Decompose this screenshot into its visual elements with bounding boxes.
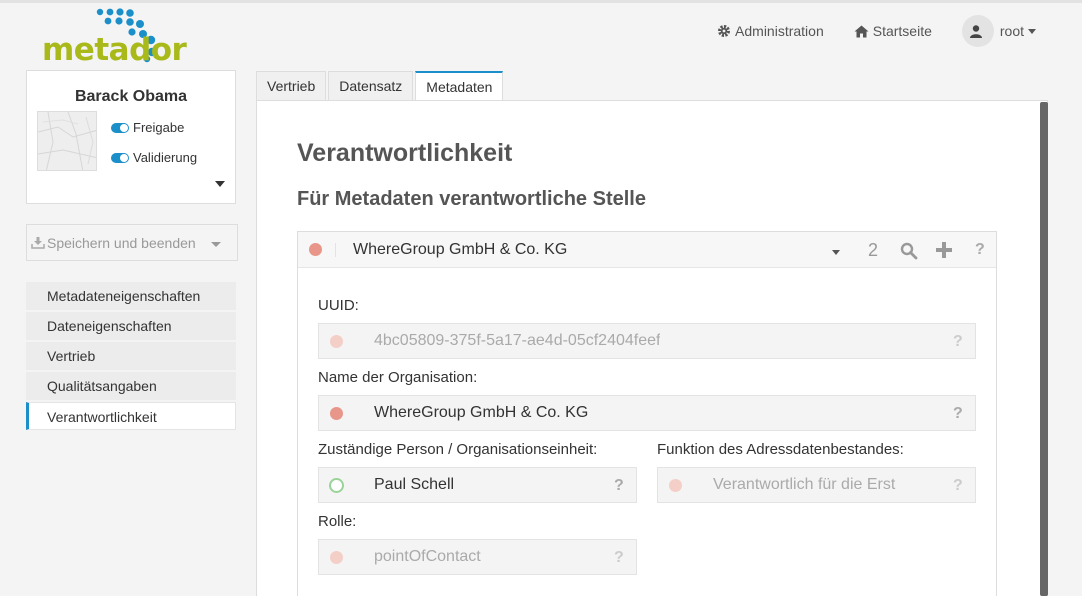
tab-vertrieb[interactable]: Vertrieb [256,71,327,101]
user-icon [969,25,982,38]
chevron-down-icon[interactable] [211,242,221,247]
administration-label: Administration [735,23,824,39]
freigabe-label: Freigabe [133,120,185,135]
section-title: Für Metadaten verantwortliche Stelle [297,188,646,210]
help-icon[interactable]: ? [614,477,624,495]
organisation-select[interactable]: WhereGroup GmbH & Co. KG 2 ? [298,232,996,268]
help-icon[interactable]: ? [975,241,985,259]
tab-bar: Vertrieb Datensatz Metadaten [256,71,505,102]
user-label: root [999,23,1024,39]
plus-icon[interactable] [935,241,953,259]
status-dot-icon [330,551,343,564]
uuid-label: UUID: [318,297,359,314]
home-label: Startseite [872,23,932,39]
uuid-value: 4bc05809-375f-5a17-ae4d-05cf2404feef [374,332,661,349]
sidenav-item-verantwortlichkeit[interactable]: Verantwortlichkeit [26,402,236,430]
organisation-name-label: Name der Organisation: [318,369,478,386]
home-icon [854,25,869,37]
avatar [961,15,994,47]
top-border [0,0,1082,3]
download-icon [31,236,45,249]
app-logo[interactable]: metador [40,6,187,68]
organisation-select-value: WhereGroup GmbH & Co. KG [353,241,568,258]
sidenav-item-vertrieb[interactable]: Vertrieb [26,342,236,370]
responsible-person-field[interactable]: Paul Schell ? [318,467,637,503]
profile-card: Barack Obama Freigabe Validierung [26,70,236,204]
role-value: pointOfContact [374,548,481,565]
organisation-name-field[interactable]: WhereGroup GmbH & Co. KG ? [318,395,976,431]
sidenav-item-qualitaetsangaben[interactable]: Qualitätsangaben [26,372,236,400]
chevron-down-icon[interactable] [832,250,840,255]
uuid-field[interactable]: 4bc05809-375f-5a17-ae4d-05cf2404feef ? [318,323,976,359]
save-and-exit-label: Speichern und beenden [47,234,196,251]
header-nav: Administration Startseite root [687,14,1036,48]
map-thumbnail[interactable] [37,111,97,171]
toggle-switch-icon [111,122,129,133]
role-label: Rolle: [318,513,357,530]
status-dot-icon [330,407,343,420]
divider [335,243,336,257]
side-nav: Metadateneigenschaften Dateneigenschafte… [26,282,236,432]
page-title: Verantwortlichkeit [297,139,513,167]
status-dot-icon [309,243,322,256]
user-menu[interactable]: root [961,15,1036,47]
responsible-person-value: Paul Schell [374,476,455,493]
toggle-switch-icon [111,152,129,163]
entry-count: 2 [868,240,879,260]
sidenav-item-dateneigenschaften[interactable]: Dateneigenschaften [26,312,236,340]
help-icon[interactable]: ? [953,477,963,495]
search-icon[interactable] [900,242,918,260]
map-preview-icon [38,112,96,170]
organisation-name-value: WhereGroup GmbH & Co. KG [374,404,589,421]
sidenav-item-metadateneigenschaften[interactable]: Metadateneigenschaften [26,282,236,310]
profile-expand-caret-icon[interactable] [215,181,225,187]
address-function-label: Funktion des Adressdatenbestandes: [657,441,904,458]
status-dot-icon [669,479,682,492]
profile-name: Barack Obama [74,88,188,105]
freigabe-toggle[interactable]: Freigabe [111,120,184,135]
validierung-toggle[interactable]: Validierung [111,150,197,165]
status-dot-icon [330,335,343,348]
help-icon[interactable]: ? [614,549,624,567]
save-and-exit-button[interactable]: Speichern und beenden [26,224,238,261]
tab-datensatz[interactable]: Datensatz [328,71,414,101]
home-link[interactable]: Startseite [854,23,932,39]
help-icon[interactable]: ? [953,333,963,351]
administration-link[interactable]: Administration [717,23,824,39]
scrollbar[interactable] [1040,102,1048,596]
chevron-down-icon [1028,28,1036,34]
responsible-person-label: Zuständige Person / Organisationseinheit… [318,441,598,458]
help-icon[interactable]: ? [953,405,963,423]
role-field[interactable]: pointOfContact ? [318,539,637,575]
gear-icon [718,25,731,37]
tab-metadaten[interactable]: Metadaten [415,71,504,102]
address-function-field[interactable]: Verantwortlich für die Erst ? [657,467,976,503]
validierung-label: Validierung [133,150,198,165]
address-function-value: Verantwortlich für die Erst [713,476,896,493]
logo-text: metador [42,32,187,68]
status-ring-icon [329,478,344,493]
